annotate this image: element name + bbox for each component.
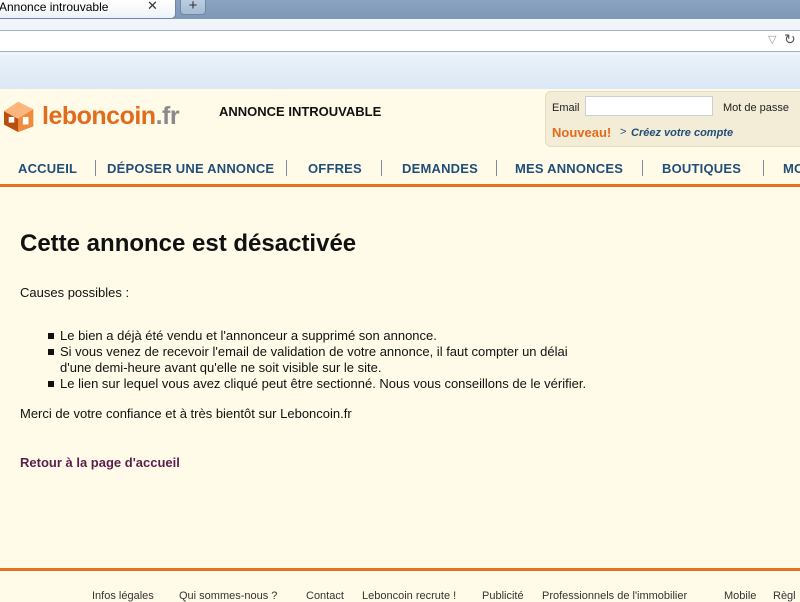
create-account-link[interactable]: Créez votre compte [631, 127, 733, 139]
logo-name: leboncoin [42, 102, 156, 130]
close-icon[interactable]: ✕ [147, 0, 158, 14]
email-label: Email [552, 102, 580, 114]
plus-icon[interactable]: + [180, 0, 206, 15]
nav-item-mes-annonces[interactable]: MES ANNONCES [515, 161, 623, 176]
footer-link-contact[interactable]: Contact [306, 590, 344, 602]
back-to-home-link[interactable]: Retour à la page d'accueil [20, 455, 180, 470]
nav-item-mo[interactable]: MO [783, 161, 800, 176]
house-box-icon[interactable] [0, 100, 40, 132]
reload-icon[interactable]: ↻ [784, 31, 796, 48]
arrow-right-icon: > [620, 126, 627, 138]
tab-title: Annonce introuvable [0, 0, 109, 14]
nav-item-offres[interactable]: OFFRES [308, 161, 362, 176]
footer-link-reglement[interactable]: Règl [773, 590, 796, 602]
bookmarks-bar [0, 55, 800, 90]
nav-item-deposer-annonce[interactable]: DÉPOSER UNE ANNONCE [107, 161, 274, 176]
main-content: Cette annonce est désactivée Causes poss… [20, 186, 780, 566]
footer-link-infos-legales[interactable]: Infos légales [92, 590, 154, 602]
footer-link-qui-sommes-nous[interactable]: Qui sommes-nous ? [179, 590, 277, 602]
browser-tab-strip: Annonce introuvable ✕ + [0, 0, 800, 19]
footer-link-mobile[interactable]: Mobile [724, 590, 756, 602]
nav-separator [95, 160, 96, 176]
footer: Infos légales Qui sommes-nous ? Contact … [0, 571, 800, 602]
site-header: leboncoin.fr ANNONCE INTROUVABLE Email M… [0, 89, 800, 153]
nav-item-boutiques[interactable]: BOUTIQUES [662, 161, 741, 176]
causes-list: Le bien a déjà été vendu et l'annonceur … [20, 328, 660, 392]
nav-separator [381, 160, 382, 176]
causes-label: Causes possibles : [20, 285, 130, 300]
nav-separator [286, 160, 287, 176]
new-label: Nouveau! [552, 125, 612, 140]
footer-link-recrute[interactable]: Leboncoin recrute ! [362, 590, 456, 602]
browser-toolbar: ▽ ↻ [0, 19, 800, 56]
footer-link-immobilier[interactable]: Professionnels de l'immobilier [542, 590, 687, 602]
page-heading: ANNONCE INTROUVABLE [219, 104, 382, 119]
nav-item-demandes[interactable]: DEMANDES [402, 161, 478, 176]
list-item: Le bien a déjà été vendu et l'annonceur … [20, 328, 660, 344]
nav-item-accueil[interactable]: ACCUEIL [18, 161, 77, 176]
thanks-text: Merci de votre confiance et à très bient… [20, 406, 352, 421]
triangle-down-icon[interactable]: ▽ [768, 33, 776, 46]
email-field[interactable] [585, 96, 713, 116]
footer-link-publicite[interactable]: Publicité [482, 590, 524, 602]
nav-separator [642, 160, 643, 176]
logo-wordmark[interactable]: leboncoin.fr [42, 102, 180, 130]
logo-tld: .fr [155, 102, 180, 130]
main-nav: ACCUEIL DÉPOSER UNE ANNONCE OFFRES DEMAN… [0, 153, 800, 187]
list-item: Le lien sur lequel vous avez cliqué peut… [20, 376, 660, 392]
nav-separator [496, 160, 497, 176]
address-bar[interactable]: ▽ ↻ [0, 30, 800, 52]
browser-tab[interactable]: Annonce introuvable ✕ [0, 0, 176, 19]
login-box: Email Mot de passe Nouveau! > Créez votr… [545, 91, 800, 147]
list-item: Si vous venez de recevoir l'email de val… [20, 344, 600, 376]
nav-separator [763, 160, 764, 176]
password-label: Mot de passe [723, 102, 790, 114]
page-title: Cette annonce est désactivée [20, 230, 357, 257]
